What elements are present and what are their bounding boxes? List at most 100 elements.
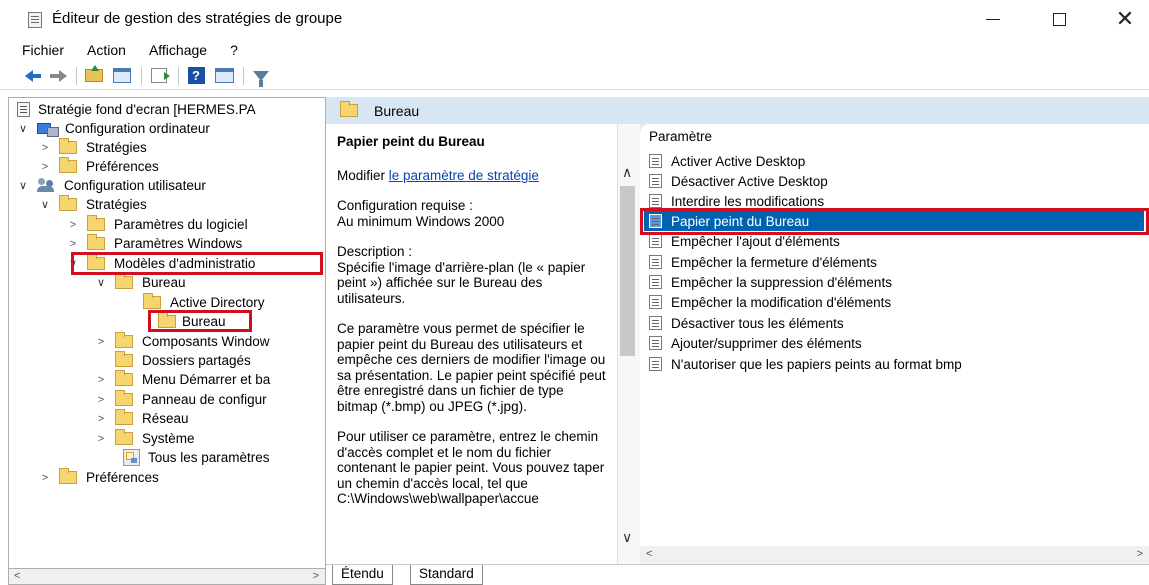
scroll-down-icon[interactable]: ∨ [622,529,632,546]
setting-icon [649,295,662,309]
tree-win-components[interactable]: > Composants Window [95,332,270,351]
list-horizontal-scrollbar[interactable]: < > [640,546,1149,564]
tree-uc-strategies[interactable]: ∨ Stratégies [39,195,147,214]
chevron-down-icon[interactable]: ∨ [17,122,29,135]
up-level-button[interactable] [83,65,105,86]
filter-button[interactable] [250,66,272,87]
setting-row[interactable]: Empêcher la suppression d'éléments [649,272,1149,292]
export-list-button[interactable] [148,66,170,86]
chevron-right-icon[interactable]: > [95,374,107,386]
setting-row[interactable]: Ajouter/supprimer des éléments [649,333,1149,353]
tree-computer-config[interactable]: ∨ Configuration ordinateur [17,119,210,138]
tree-software-settings[interactable]: > Paramètres du logiciel [67,215,248,234]
scroll-left-icon[interactable]: < [646,548,652,560]
chevron-down-icon[interactable]: ∨ [17,179,29,192]
setting-row[interactable]: Désactiver tous les éléments [649,313,1149,333]
tree-start-menu[interactable]: > Menu Démarrer et ba [95,370,270,389]
tree-label: Composants Window [142,334,270,349]
all-settings-icon [123,449,140,466]
forward-button[interactable] [46,66,68,86]
description-vertical-scrollbar[interactable]: ∧ ∨ [618,124,640,564]
maximize-icon [1052,12,1066,26]
tab-etendu[interactable]: Étendu [332,565,393,585]
setting-label: Empêcher la fermeture d'éléments [671,254,877,270]
setting-row[interactable]: Empêcher la fermeture d'éléments [649,252,1149,272]
highlight-box-bureau [148,310,252,332]
show-hide-tree-button[interactable] [111,66,133,86]
column-header-parametre[interactable]: Paramètre [649,129,712,144]
tree-windows-settings[interactable]: > Paramètres Windows [67,234,242,253]
tree-shared-folders[interactable]: Dossiers partagés [115,351,251,370]
edit-policy-link[interactable]: le paramètre de stratégie [389,168,539,183]
folder-icon [59,138,77,154]
toolbar-separator [76,66,77,85]
tree-label: Stratégie fond d'ecran [HERMES.PA [38,102,256,117]
tree-label: Paramètres Windows [114,236,243,251]
description-text: Spécifie l'image d'arrière-plan (le « pa… [337,259,586,306]
scroll-up-icon[interactable]: ∧ [622,164,632,181]
folder-up-icon [85,65,103,82]
chevron-right-icon[interactable]: > [39,472,51,484]
back-button[interactable] [18,66,41,86]
tree-system[interactable]: > Système [95,429,195,448]
setting-icon [649,234,662,248]
requirements-label: Configuration requise : [337,198,473,213]
description-block: Description : Spécifie l'image d'arrière-… [337,244,607,306]
setting-row[interactable]: Désactiver Active Desktop [649,171,1149,191]
scroll-right-icon[interactable]: > [1137,548,1143,560]
chevron-right-icon[interactable]: > [95,433,107,445]
scroll-left-icon[interactable]: < [14,570,20,582]
help-icon: ? [187,67,205,84]
computer-icon [37,122,59,137]
setting-row[interactable]: N'autoriser que les papiers peints au fo… [649,354,1149,374]
tree-bureau[interactable]: ∨ Bureau [95,273,186,292]
setting-icon [649,154,662,168]
tree-control-panel[interactable]: > Panneau de configur [95,390,267,409]
tree-uc-preferences[interactable]: > Préférences [39,468,159,487]
highlight-box-admin-templates [71,252,323,275]
scroll-right-icon[interactable]: > [313,570,319,582]
description-para3: Pour utiliser ce paramètre, entrez le ch… [337,429,605,506]
folder-header-title: Bureau [374,102,420,119]
scroll-thumb[interactable] [620,186,635,356]
menu-fichier[interactable]: Fichier [22,42,75,58]
modify-line: Modifier le paramètre de stratégie [337,168,607,184]
folder-icon [87,215,105,231]
close-button[interactable]: ✕ [1102,4,1148,34]
menu-affichage[interactable]: Affichage [149,42,218,58]
tree-label: Configuration utilisateur [64,178,206,193]
chevron-right-icon[interactable]: > [95,413,107,425]
chevron-down-icon[interactable]: ∨ [95,276,107,289]
tree-user-config[interactable]: ∨ Configuration utilisateur [17,176,206,195]
help-button[interactable]: ? [185,66,207,86]
tree-horizontal-scrollbar[interactable]: < > [8,569,326,585]
minimize-button[interactable] [970,4,1016,34]
setting-row[interactable]: Activer Active Desktop [649,151,1149,171]
chevron-right-icon[interactable]: > [95,394,107,406]
tree-label: Réseau [142,411,189,426]
tree-network[interactable]: > Réseau [95,409,189,428]
chevron-right-icon[interactable]: > [67,219,79,231]
setting-label: Interdire les modifications [671,193,825,209]
setting-icon [649,275,662,289]
chevron-right-icon[interactable]: > [39,161,51,173]
menu-help[interactable]: ? [230,42,249,58]
tree-all-settings[interactable]: Tous les paramètres [123,448,270,467]
tree-label: Dossiers partagés [142,353,251,368]
chevron-right-icon[interactable]: > [67,238,79,250]
tree-cc-preferences[interactable]: > Préférences [39,157,159,176]
setting-icon [649,194,662,208]
maximize-button[interactable] [1036,4,1082,34]
tree-root[interactable]: Stratégie fond d'ecran [HERMES.PA [17,100,256,119]
folder-icon [115,370,133,386]
tab-standard[interactable]: Standard [410,565,483,585]
view-icon [214,68,234,83]
chevron-down-icon[interactable]: ∨ [39,198,51,211]
show-hide-pane-icon [113,68,131,83]
setting-row[interactable]: Empêcher la modification d'éléments [649,292,1149,312]
chevron-right-icon[interactable]: > [95,336,107,348]
view-button[interactable] [213,66,235,86]
tree-cc-strategies[interactable]: > Stratégies [39,138,147,157]
menu-action[interactable]: Action [87,42,137,58]
chevron-right-icon[interactable]: > [39,142,51,154]
